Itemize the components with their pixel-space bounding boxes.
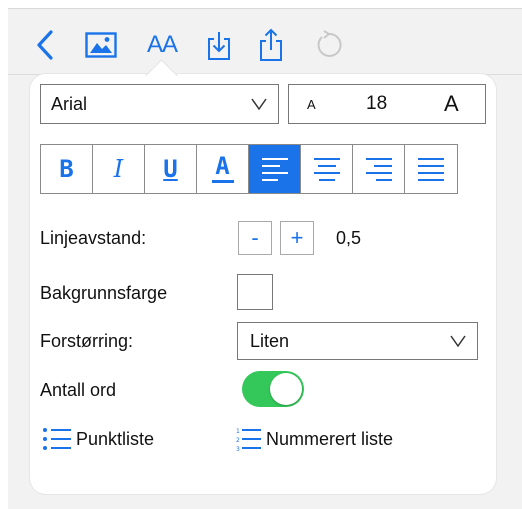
undo-button[interactable] [312, 24, 346, 66]
align-center-icon [313, 158, 340, 181]
download-button[interactable] [204, 24, 234, 66]
word-count-label: Antall ord [40, 380, 117, 400]
font-family-value: Arial [51, 93, 88, 114]
numbered-list-label: Nummerert liste [266, 428, 394, 449]
line-spacing-label: Linjeavstand: [40, 228, 147, 248]
bold-button[interactable]: B [41, 145, 93, 193]
numbered-list-button[interactable]: 1 2 3 Nummerert liste [236, 426, 393, 452]
align-right-button[interactable] [353, 145, 405, 193]
font-family-select[interactable]: Arial [40, 84, 279, 124]
align-right-icon [365, 158, 392, 181]
align-left-icon [261, 158, 288, 181]
font-size-control: A 18 A [288, 84, 486, 124]
plus-label: + [290, 225, 304, 250]
insert-image-button[interactable] [84, 24, 118, 66]
align-justify-icon [418, 158, 444, 181]
chevron-down-icon [251, 98, 267, 111]
bold-label: B [59, 155, 74, 183]
background-color-swatch[interactable] [237, 274, 273, 310]
background-color-label: Bakgrunnsfarge [40, 283, 168, 303]
line-spacing-decrease-button[interactable]: - [238, 221, 272, 255]
increase-font-size-button[interactable]: A [444, 91, 459, 117]
svg-text:2: 2 [236, 437, 240, 444]
zoom-value: Liten [250, 330, 290, 351]
align-left-button[interactable] [249, 145, 301, 193]
underline-label: U [163, 155, 178, 183]
svg-text:3: 3 [236, 446, 240, 452]
undo-icon [317, 30, 342, 57]
text-color-button[interactable]: A [197, 145, 249, 193]
share-icon [260, 28, 282, 61]
bullet-list-icon [43, 428, 71, 450]
download-icon [208, 32, 230, 60]
zoom-label: Forstørring: [40, 331, 134, 351]
bullet-list-label: Punktliste [76, 428, 155, 449]
line-spacing-increase-button[interactable]: + [280, 221, 314, 255]
toggle-knob [270, 373, 302, 405]
svg-text:1: 1 [236, 428, 240, 435]
align-justify-button[interactable] [405, 145, 457, 193]
share-button[interactable] [256, 24, 286, 66]
back-button[interactable] [30, 24, 60, 66]
numbered-list-icon: 1 2 3 [236, 428, 261, 452]
chevron-down-icon [450, 335, 466, 348]
chevron-left-icon [37, 30, 53, 60]
text-color-swatch [211, 180, 234, 183]
font-size-value: 18 [366, 93, 388, 114]
zoom-select[interactable]: Liten [237, 322, 478, 360]
format-toolbar: B I U A [40, 144, 458, 194]
image-icon [85, 32, 117, 58]
align-center-button[interactable] [301, 145, 353, 193]
line-spacing-value: 0,5 [336, 228, 362, 248]
word-count-toggle[interactable] [242, 371, 304, 407]
text-color-label: A [215, 152, 230, 180]
italic-label: I [113, 155, 124, 183]
minus-label: - [251, 225, 259, 250]
underline-button[interactable]: U [145, 145, 197, 193]
text-format-label: AA [146, 31, 178, 58]
decrease-font-size-button[interactable]: A [307, 97, 316, 112]
italic-button[interactable]: I [93, 145, 145, 193]
bullet-list-button[interactable]: Punktliste [42, 426, 154, 452]
